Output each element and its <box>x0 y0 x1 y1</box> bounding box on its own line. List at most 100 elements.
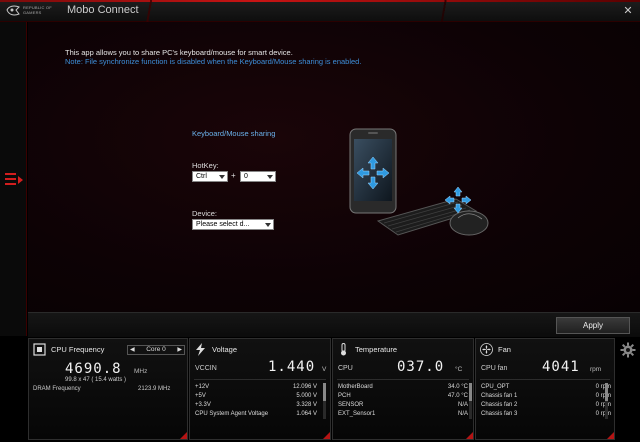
dram-frequency-label: DRAM Frequency <box>33 386 81 392</box>
voltage-row-value: 5.000 V <box>296 393 317 399</box>
list-item: Chassis fan 2 0 rpm <box>481 401 611 410</box>
temperature-list: MotherBoard 34.0 °C PCH 47.0 °C SENSOR N/A … <box>338 383 468 419</box>
temperature-panel-title: Temperature <box>355 345 398 354</box>
device-select[interactable]: Please select d... <box>192 219 274 230</box>
voltage-icon <box>196 343 205 356</box>
temperature-panel[interactable]: Temperature CPU 037.0 °C MotherBoard 34.0… <box>332 338 474 440</box>
divider <box>337 379 469 380</box>
note-text: Note: File synchronize function is disab… <box>65 57 362 66</box>
fan-scrollbar[interactable] <box>605 383 608 419</box>
hotkey-key-value: 0 <box>244 173 248 180</box>
cpu-frequency-value: 4690.8 <box>65 361 122 377</box>
list-item: MotherBoard 34.0 °C <box>338 383 468 392</box>
fan-list: CPU_OPT 0 rpm Chassis fan 1 0 rpm Chassis … <box>481 383 611 419</box>
temperature-row-label: EXT_Sensor1 <box>338 411 376 417</box>
dram-frequency-value: 2123.9 MHz <box>138 386 171 392</box>
chevron-left-icon[interactable]: ◀ <box>130 346 135 354</box>
chevron-right-icon[interactable]: ▶ <box>177 346 182 354</box>
temperature-row-value: 34.0 °C <box>447 384 468 390</box>
temperature-row-value: 47.0 °C <box>447 393 468 399</box>
temperature-row-value: N/A <box>457 411 468 417</box>
cpu-panel-title: CPU Frequency <box>51 345 105 354</box>
core-selector-value: Core 0 <box>146 346 166 353</box>
voltage-row-label: +3.3V <box>195 402 211 408</box>
voltage-main-value: 1.440 <box>268 359 316 375</box>
app-title: Mobo Connect <box>67 4 139 16</box>
temperature-scrollbar[interactable] <box>469 383 472 419</box>
cpu-frequency-panel[interactable]: CPU Frequency ◀ Core 0 ▶ 4690.8 MHz 99.8… <box>28 338 188 440</box>
voltage-row-label: +5V <box>195 393 206 399</box>
temperature-row-label: SENSOR <box>338 402 364 408</box>
divider <box>480 379 610 380</box>
voltage-row-value: 3.328 V <box>296 402 317 408</box>
core-selector[interactable]: ◀ Core 0 ▶ <box>127 345 185 355</box>
list-item: SENSOR N/A <box>338 401 468 410</box>
fan-row-value: 0 rpm <box>595 384 611 390</box>
device-label: Device: <box>192 209 218 218</box>
divider <box>194 379 326 380</box>
list-item: +12V 12.096 V <box>195 383 317 392</box>
panel-corner-accent <box>323 432 330 439</box>
voltage-scrollbar[interactable] <box>323 383 326 419</box>
voltage-main-unit: V <box>322 366 327 373</box>
voltage-row-value: 12.096 V <box>292 384 317 390</box>
list-item: +5V 5.000 V <box>195 392 317 401</box>
fan-row-value: 0 rpm <box>595 393 611 399</box>
apply-bar: Apply <box>28 312 640 337</box>
fan-panel-title: Fan <box>498 345 511 354</box>
phone-keyboard-mouse-illustration <box>349 128 489 236</box>
voltage-panel-title: Voltage <box>212 345 238 354</box>
voltage-list: +12V 12.096 V +5V 5.000 V +3.3V 3.328 V CPU… <box>195 383 317 419</box>
list-item: CPU_OPT 0 rpm <box>481 383 611 392</box>
fan-row-label: Chassis fan 1 <box>481 393 518 399</box>
fan-row-label: Chassis fan 2 <box>481 402 518 408</box>
list-item: +3.3V 3.328 V <box>195 401 317 410</box>
chevron-down-icon <box>219 175 225 179</box>
panel-corner-accent <box>607 432 614 439</box>
brand-text: REPUBLIC OF GAMERS <box>23 5 52 15</box>
title-bar: REPUBLIC OF GAMERS Mobo Connect ✕ <box>0 0 640 22</box>
plus-sign: + <box>231 171 236 180</box>
fan-panel[interactable]: Fan CPU fan 4041 rpm CPU_OPT 0 rpm Chassi… <box>475 338 615 440</box>
menu-toggle-icon[interactable] <box>5 173 23 187</box>
voltage-panel[interactable]: Voltage VCCIN 1.440 V +12V 12.096 V +5V 5.… <box>189 338 331 440</box>
fan-row-label: Chassis fan 3 <box>481 411 518 417</box>
list-item: EXT_Sensor1 N/A <box>338 410 468 419</box>
chevron-down-icon <box>265 223 271 227</box>
fan-row-value: 0 rpm <box>595 402 611 408</box>
panel-corner-accent <box>180 432 187 439</box>
left-sidebar <box>0 22 27 336</box>
temperature-main-label: CPU <box>338 365 353 372</box>
voltage-main-label: VCCIN <box>195 365 217 372</box>
temperature-main-unit: °C <box>455 366 463 373</box>
chevron-down-icon <box>267 175 273 179</box>
voltage-row-label: CPU System Agent Voltage <box>195 411 269 417</box>
temperature-icon <box>341 343 346 356</box>
fan-icon <box>480 343 493 356</box>
cpu-frequency-unit: MHz <box>134 368 148 375</box>
close-icon[interactable]: ✕ <box>622 5 634 17</box>
fan-row-value: 0 rpm <box>595 411 611 417</box>
title-decoration <box>140 0 620 22</box>
list-item: PCH 47.0 °C <box>338 392 468 401</box>
gear-icon[interactable] <box>620 342 636 358</box>
list-item: Chassis fan 1 0 rpm <box>481 392 611 401</box>
hotkey-modifier-value: Ctrl <box>196 173 207 180</box>
apply-button[interactable]: Apply <box>556 317 630 334</box>
section-title: Keyboard/Mouse sharing <box>192 129 276 138</box>
list-item: CPU System Agent Voltage 1.064 V <box>195 410 317 419</box>
list-item: Chassis fan 3 0 rpm <box>481 410 611 419</box>
voltage-row-value: 1.064 V <box>296 411 317 417</box>
temperature-row-label: MotherBoard <box>338 384 373 390</box>
fan-row-label: CPU_OPT <box>481 384 510 390</box>
panel-corner-accent <box>466 432 473 439</box>
hotkey-label: HotKey: <box>192 161 219 170</box>
fan-main-unit: rpm <box>590 366 602 373</box>
voltage-row-label: +12V <box>195 384 210 390</box>
hotkey-key-select[interactable]: 0 <box>240 171 276 182</box>
rog-logo-icon <box>6 5 20 16</box>
hotkey-modifier-select[interactable]: Ctrl <box>192 171 228 182</box>
main-panel: This app allows you to share PC's keyboa… <box>28 22 640 312</box>
temperature-row-value: N/A <box>457 402 468 408</box>
device-select-value: Please select d... <box>196 221 250 228</box>
